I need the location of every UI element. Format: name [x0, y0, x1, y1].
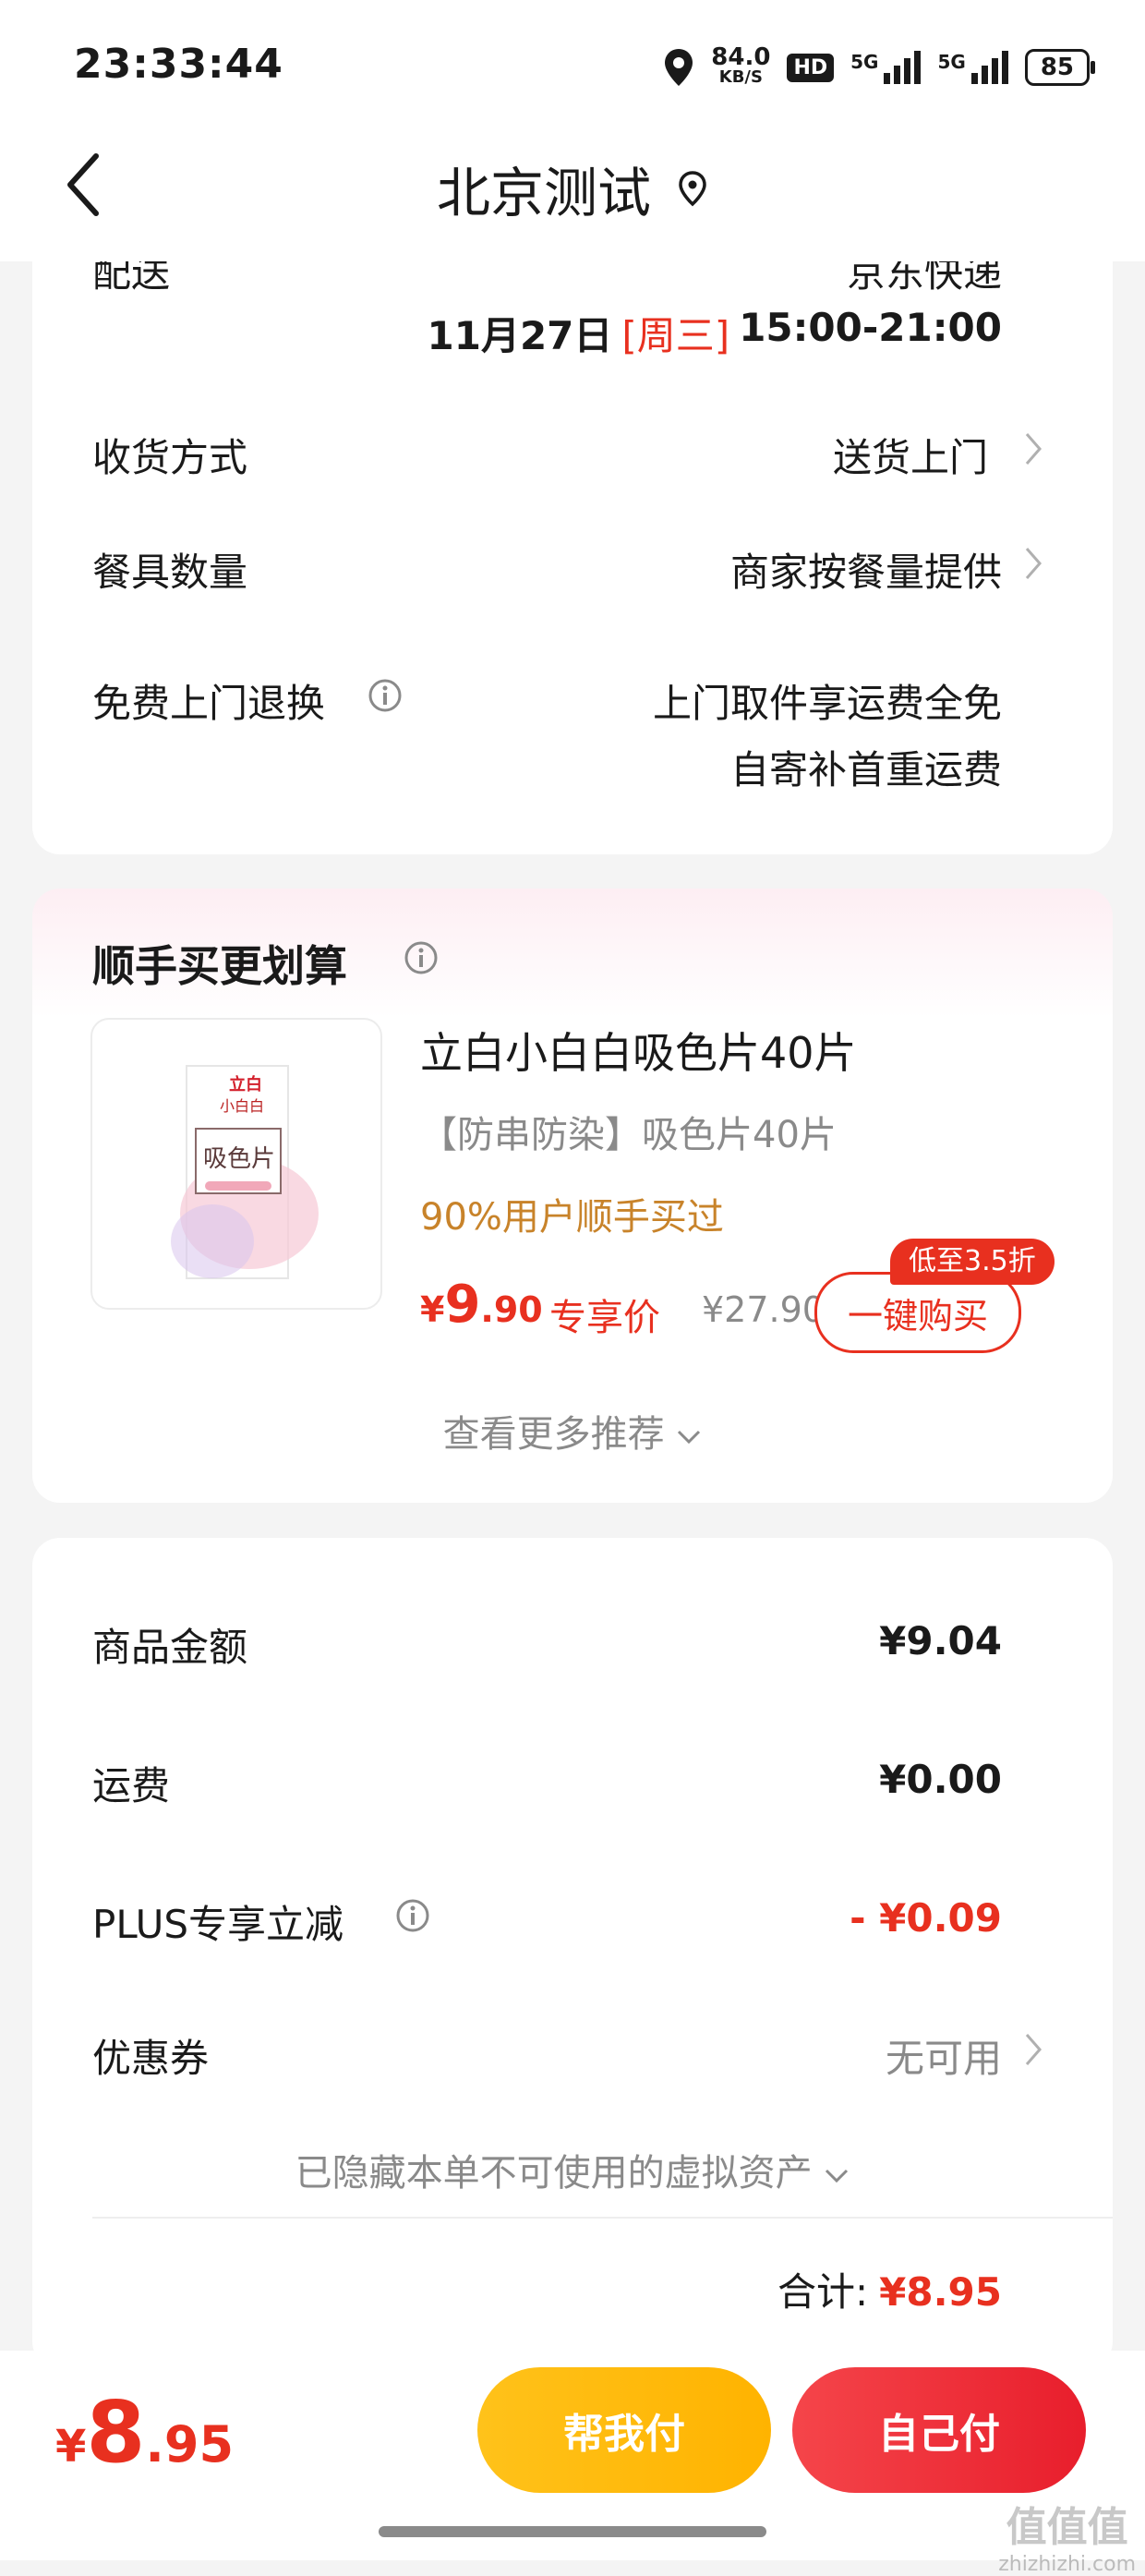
- home-indicator[interactable]: [379, 2526, 766, 2537]
- price-int: 9: [444, 1275, 481, 1335]
- price-dec: .90: [480, 1289, 543, 1330]
- more-recommend-link[interactable]: 查看更多推荐: [0, 1404, 1145, 1457]
- help-pay-button[interactable]: 帮我付: [477, 2367, 771, 2493]
- total-value: ¥8.95: [879, 2269, 1002, 2315]
- tableware-value[interactable]: 商家按餐量提供: [730, 541, 1002, 598]
- shipping-fee-label: 运费: [92, 1763, 171, 1808]
- pay-amount-int: 8: [86, 2383, 146, 2482]
- hidden-assets-note: 已隐藏本单不可使用的虚拟资产: [295, 2152, 813, 2195]
- pay-amount: ¥ 8 .95: [55, 2390, 234, 2475]
- shipping-fee-value: ¥0.00: [879, 1757, 1002, 1802]
- goods-amount-label: 商品金额: [92, 1625, 248, 1670]
- free-return-value-1: 上门取件享运费全免: [652, 681, 1002, 726]
- info-icon[interactable]: [395, 1898, 430, 1933]
- hidden-assets-toggle[interactable]: 已隐藏本单不可使用的虚拟资产: [0, 2143, 1145, 2196]
- total-label: 合计:: [777, 2269, 869, 2315]
- location-pin-icon[interactable]: [677, 170, 708, 207]
- net-speed-value: 84.0: [711, 43, 771, 71]
- info-icon[interactable]: [368, 678, 403, 713]
- top-bar: 23:33:44 84.0 KB/S HD 5G 5G 85 北京测试: [0, 0, 1145, 261]
- signal-icon-2: 5G: [937, 51, 1008, 84]
- watermark: 值值值 zhizhizhi.com: [998, 2494, 1136, 2576]
- hd-icon: HD: [787, 53, 835, 82]
- price-symbol: ¥: [420, 1289, 445, 1330]
- receive-method-value[interactable]: 送货上门: [833, 427, 988, 483]
- summary-divider: [92, 2217, 1113, 2219]
- coupon-label: 优惠券: [92, 2036, 210, 2081]
- status-time: 23:33:44: [74, 41, 283, 88]
- signal-label-2: 5G: [937, 51, 966, 73]
- tableware-label: 餐具数量: [92, 550, 248, 595]
- package-text: 吸色片: [203, 1145, 276, 1173]
- free-return-value-2: 自寄补首重运费: [729, 747, 1002, 792]
- battery-icon: 85: [1024, 49, 1096, 86]
- pay-amount-dec: .95: [145, 2415, 235, 2473]
- product-name[interactable]: 立白小白白吸色片40片: [420, 1020, 857, 1081]
- social-proof: 90%用户顺手买过: [420, 1196, 724, 1239]
- product-image[interactable]: 立白 小白白 吸色片: [90, 1018, 382, 1310]
- chevron-right-icon[interactable]: [1023, 430, 1043, 467]
- plus-discount-label: PLUS专享立减: [92, 1902, 344, 1947]
- watermark-logo: 值值值: [1006, 2504, 1128, 2551]
- signal-icon-1: 5G: [850, 51, 922, 84]
- goods-amount-value: ¥9.04: [879, 1618, 1002, 1663]
- info-icon[interactable]: [404, 940, 439, 975]
- total-row: 合计: ¥8.95: [777, 2261, 1002, 2317]
- chevron-down-icon: [678, 1430, 701, 1445]
- chevron-down-icon: [826, 2169, 849, 2183]
- delivery-weekday: [周三]: [621, 313, 730, 358]
- delivery-time-slot[interactable]: 11月27日 [周三] 15:00-21:00: [428, 305, 1003, 361]
- net-speed: 84.0 KB/S: [711, 43, 771, 88]
- more-recommend-label: 查看更多推荐: [442, 1413, 665, 1456]
- watermark-url: zhizhizhi.com: [998, 2553, 1136, 2576]
- product-price: ¥ 9 .90: [420, 1275, 543, 1335]
- chevron-right-icon[interactable]: [1023, 2031, 1043, 2068]
- delivery-time-range: 15:00-21:00: [739, 305, 1002, 350]
- original-price: ¥27.90: [702, 1289, 825, 1330]
- receive-method-label: 收货方式: [92, 435, 248, 480]
- recommend-title: 顺手买更划算: [92, 941, 347, 991]
- status-icons: 84.0 KB/S HD 5G 5G 85: [663, 42, 1096, 92]
- location-icon: [665, 49, 693, 86]
- package-brand: 立白: [229, 1075, 262, 1094]
- net-speed-unit: KB/S: [718, 67, 763, 87]
- chevron-right-icon[interactable]: [1023, 545, 1043, 582]
- page-title-wrap: 北京测试: [0, 150, 1145, 227]
- self-pay-button[interactable]: 自己付: [792, 2367, 1086, 2493]
- pay-currency: ¥: [55, 2421, 87, 2473]
- signal-label-1: 5G: [850, 51, 879, 73]
- plus-discount-value: - ¥0.09: [850, 1895, 1002, 1941]
- page-title: 北京测试: [436, 162, 651, 224]
- delivery-date: 11月27日: [427, 313, 613, 358]
- discount-tag: 低至3.5折: [890, 1239, 1055, 1285]
- free-return-label: 免费上门退换: [92, 681, 326, 726]
- package-sub: 小白白: [220, 1097, 265, 1115]
- coupon-value[interactable]: 无可用: [886, 2027, 1002, 2084]
- exclusive-price-label: 专享价: [549, 1297, 660, 1339]
- product-subtitle: 【防串防染】吸色片40片: [420, 1114, 837, 1156]
